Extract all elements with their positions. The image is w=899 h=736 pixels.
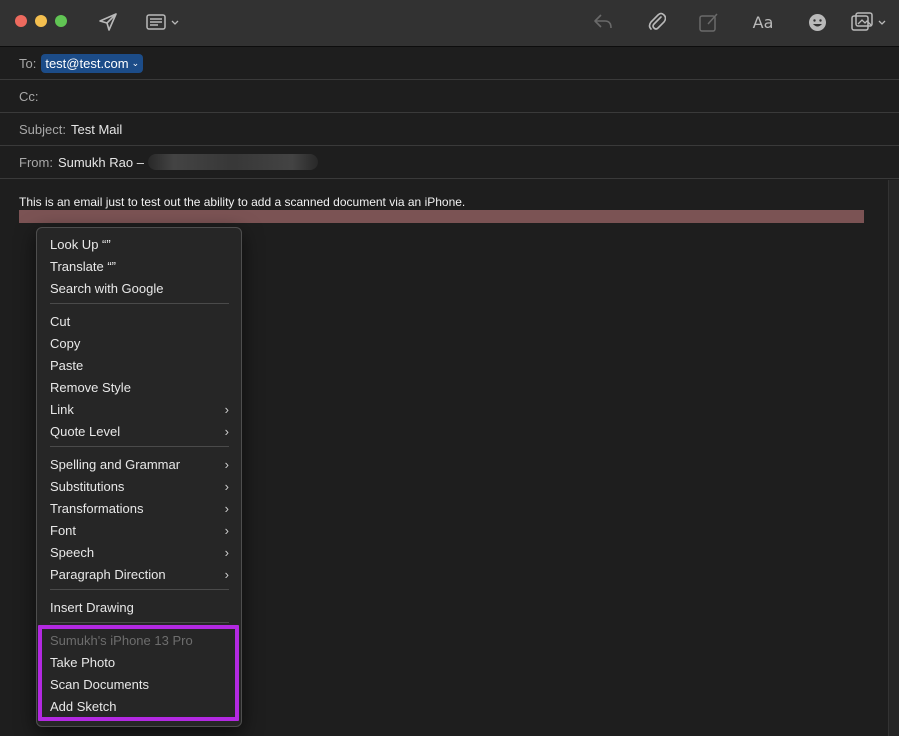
minimize-window-button[interactable] <box>35 15 47 27</box>
menu-item-label: Search with Google <box>50 280 164 296</box>
to-field-row[interactable]: To: test@test.com ⌄ <box>0 47 899 80</box>
zoom-window-button[interactable] <box>55 15 67 27</box>
chevron-right-icon: › <box>224 478 229 494</box>
markup-icon[interactable] <box>698 10 720 34</box>
chevron-right-icon: › <box>224 500 229 516</box>
attachment-icon[interactable] <box>646 10 668 34</box>
menu-item-label: Cut <box>50 313 71 329</box>
to-label: To: <box>19 55 37 71</box>
text-selection-highlight <box>19 210 864 223</box>
chevron-down-icon: ⌄ <box>131 57 140 68</box>
to-recipient-chip[interactable]: test@test.com ⌄ <box>41 53 144 73</box>
menu-item-label: Quote Level <box>50 423 121 439</box>
menu-item-copy[interactable]: Copy <box>50 332 230 354</box>
format-icon[interactable]: Aa <box>751 10 775 34</box>
menu-item-label: Speech <box>50 544 95 560</box>
window-toolbar: Aa <box>0 0 899 47</box>
reply-icon[interactable] <box>592 10 614 34</box>
menu-item-label: Translate “” <box>50 258 116 274</box>
header-fields-icon[interactable] <box>146 10 182 34</box>
menu-item-label: Transformations <box>50 500 144 516</box>
menu-item-quote-level[interactable]: Quote Level › <box>50 420 230 442</box>
menu-separator <box>50 622 229 623</box>
menu-item-label: Substitutions <box>50 478 125 494</box>
subject-label: Subject: <box>19 121 66 137</box>
cc-label: Cc: <box>19 88 39 104</box>
subject-value: Test Mail <box>70 121 123 137</box>
emoji-icon[interactable] <box>806 10 828 34</box>
menu-item-label: Paste <box>50 357 84 373</box>
menu-item-translate[interactable]: Translate “” <box>50 255 230 277</box>
menu-item-cut[interactable]: Cut <box>50 310 230 332</box>
menu-item-label: Spelling and Grammar <box>50 456 181 472</box>
chevron-right-icon: › <box>224 401 229 417</box>
menu-item-label: Insert Drawing <box>50 599 134 615</box>
chevron-right-icon: › <box>224 456 229 472</box>
close-window-button[interactable] <box>15 15 27 27</box>
chevron-right-icon: › <box>224 566 229 582</box>
cc-field-row[interactable]: Cc: <box>0 80 899 113</box>
chevron-right-icon: › <box>224 423 229 439</box>
menu-item-search-google[interactable]: Search with Google <box>50 277 230 299</box>
menu-item-paragraph-direction[interactable]: Paragraph Direction › <box>50 563 230 585</box>
menu-item-label: Font <box>50 522 77 538</box>
menu-separator <box>50 303 229 304</box>
from-field-row[interactable]: From: Sumukh Rao – <box>0 146 899 179</box>
from-label: From: <box>19 154 53 170</box>
menu-separator <box>50 589 229 590</box>
chevron-right-icon: › <box>224 544 229 560</box>
menu-item-font[interactable]: Font › <box>50 519 230 541</box>
to-recipient-address: test@test.com <box>45 55 129 71</box>
menu-item-substitutions[interactable]: Substitutions › <box>50 475 230 497</box>
menu-item-label: Link <box>50 401 74 417</box>
photo-browser-icon[interactable] <box>851 10 889 34</box>
menu-item-spelling-grammar[interactable]: Spelling and Grammar › <box>50 453 230 475</box>
format-label: Aa <box>752 12 774 32</box>
menu-item-speech[interactable]: Speech › <box>50 541 230 563</box>
menu-item-look-up[interactable]: Look Up “” <box>50 233 230 255</box>
menu-item-label: Copy <box>50 335 81 351</box>
subject-field-row[interactable]: Subject: Test Mail <box>0 113 899 146</box>
menu-item-insert-drawing[interactable]: Insert Drawing <box>50 596 230 618</box>
menu-item-link[interactable]: Link › <box>50 398 230 420</box>
from-value: Sumukh Rao – <box>57 154 144 170</box>
vertical-scrollbar[interactable] <box>888 180 899 736</box>
menu-item-paste[interactable]: Paste <box>50 354 230 376</box>
message-body-text[interactable]: This is an email just to test out the ab… <box>19 195 465 209</box>
redacted-email-blur <box>147 154 318 170</box>
menu-item-remove-style[interactable]: Remove Style <box>50 376 230 398</box>
menu-item-label: Look Up “” <box>50 236 111 252</box>
chevron-right-icon: › <box>224 522 229 538</box>
annotation-highlight-box <box>38 625 239 721</box>
menu-item-transformations[interactable]: Transformations › <box>50 497 230 519</box>
menu-item-label: Paragraph Direction <box>50 566 166 582</box>
send-icon[interactable] <box>96 10 120 34</box>
menu-separator <box>50 446 229 447</box>
menu-item-label: Remove Style <box>50 379 131 395</box>
